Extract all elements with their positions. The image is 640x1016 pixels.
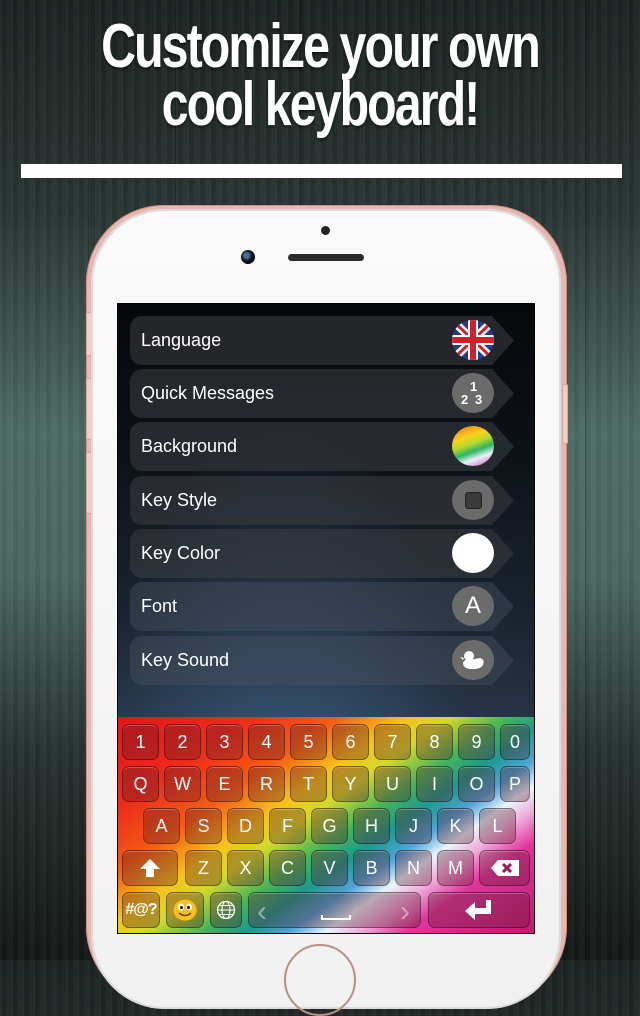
smiley-emoji-icon <box>172 898 198 922</box>
key-6[interactable]: 6 <box>332 724 369 760</box>
backspace-icon <box>490 860 519 876</box>
square-key-icon <box>452 480 494 520</box>
key-p[interactable]: P <box>500 766 530 802</box>
menu-item-label: Key Sound <box>141 650 230 670</box>
menu-item-key-style[interactable]: Key Style <box>130 476 514 525</box>
globe-key[interactable] <box>210 892 242 928</box>
font-letter-glyph: A <box>464 592 481 619</box>
space-icon <box>321 915 351 920</box>
shift-arrow-icon <box>140 859 160 877</box>
font-letter-icon: A <box>452 586 494 626</box>
cursor-right-arrow[interactable]: › <box>400 895 410 929</box>
cursor-left-arrow[interactable]: ‹ <box>257 895 267 929</box>
key-q[interactable]: Q <box>122 766 159 802</box>
key-2[interactable]: 2 <box>164 724 201 760</box>
globe-icon <box>216 900 236 920</box>
svg-text:2: 2 <box>461 392 468 407</box>
return-key[interactable] <box>428 892 530 928</box>
phone-power-button <box>562 384 568 444</box>
key-g[interactable]: G <box>311 808 348 844</box>
menu-item-quick-messages[interactable]: Quick Messages 1 2 3 <box>130 369 514 418</box>
duck-icon <box>452 640 494 680</box>
key-t[interactable]: T <box>290 766 327 802</box>
key-b[interactable]: B <box>353 850 390 886</box>
menu-item-language[interactable]: Language <box>130 316 514 365</box>
headline-line-2: cool keyboard! <box>161 70 481 139</box>
menu-item-label: Background <box>141 436 238 456</box>
key-s[interactable]: S <box>185 808 222 844</box>
proximity-sensor <box>321 226 330 235</box>
phone-screen: Language Quick Messages 1 2 3 Background <box>117 303 535 934</box>
key-c[interactable]: C <box>269 850 306 886</box>
key-9[interactable]: 9 <box>458 724 495 760</box>
key-f[interactable]: F <box>269 808 306 844</box>
key-h[interactable]: H <box>353 808 390 844</box>
space-bar[interactable]: ‹ › <box>248 892 421 928</box>
key-8[interactable]: 8 <box>416 724 453 760</box>
key-n[interactable]: N <box>395 850 432 886</box>
key-y[interactable]: Y <box>332 766 369 802</box>
rainbow-swatch-icon <box>452 426 494 466</box>
return-arrow-icon <box>465 900 491 920</box>
menu-item-label: Quick Messages <box>141 383 275 403</box>
white-color-swatch-icon <box>452 533 494 573</box>
menu-item-label: Font <box>141 596 178 616</box>
key-e[interactable]: E <box>206 766 243 802</box>
backspace-key[interactable] <box>479 850 530 886</box>
keyboard: 1 2 3 4 5 6 7 8 9 0 Q W E R T Y U I O P … <box>118 717 534 933</box>
earpiece-speaker <box>288 254 364 261</box>
key-5[interactable]: 5 <box>290 724 327 760</box>
menu-item-label: Language <box>141 330 222 350</box>
menu-item-label: Key Color <box>141 543 221 563</box>
key-r[interactable]: R <box>248 766 285 802</box>
key-w[interactable]: W <box>164 766 201 802</box>
key-d[interactable]: D <box>227 808 264 844</box>
key-x[interactable]: X <box>227 850 264 886</box>
key-v[interactable]: V <box>311 850 348 886</box>
wood-grain-line <box>585 0 586 960</box>
symbols-key[interactable]: #@? <box>122 892 160 928</box>
home-button[interactable] <box>284 944 356 1016</box>
shift-key[interactable] <box>122 850 178 886</box>
key-u[interactable]: U <box>374 766 411 802</box>
key-i[interactable]: I <box>416 766 453 802</box>
headline-line-1: Customize your own <box>101 12 541 81</box>
key-m[interactable]: M <box>437 850 474 886</box>
key-l[interactable]: L <box>479 808 516 844</box>
emoji-key[interactable] <box>166 892 204 928</box>
menu-item-label: Key Style <box>141 490 218 510</box>
key-3[interactable]: 3 <box>206 724 243 760</box>
key-z[interactable]: Z <box>185 850 222 886</box>
svg-text:3: 3 <box>475 392 482 407</box>
front-camera-icon <box>241 250 255 264</box>
key-j[interactable]: J <box>395 808 432 844</box>
key-7[interactable]: 7 <box>374 724 411 760</box>
key-a[interactable]: A <box>143 808 180 844</box>
key-k[interactable]: K <box>437 808 474 844</box>
key-o[interactable]: O <box>458 766 495 802</box>
menu-item-background[interactable]: Background <box>130 422 514 471</box>
menu-item-key-color[interactable]: Key Color <box>130 529 514 578</box>
key-4[interactable]: 4 <box>248 724 285 760</box>
headline: Customize your own cool keyboard! <box>70 12 569 139</box>
menu-item-font[interactable]: Font A <box>130 582 514 631</box>
menu-item-key-sound[interactable]: Key Sound <box>130 636 514 685</box>
numbers-123-icon: 1 2 3 <box>452 373 494 413</box>
key-1[interactable]: 1 <box>122 724 159 760</box>
key-0[interactable]: 0 <box>500 724 530 760</box>
divider-rule <box>21 164 622 178</box>
uk-flag-icon <box>452 320 494 360</box>
